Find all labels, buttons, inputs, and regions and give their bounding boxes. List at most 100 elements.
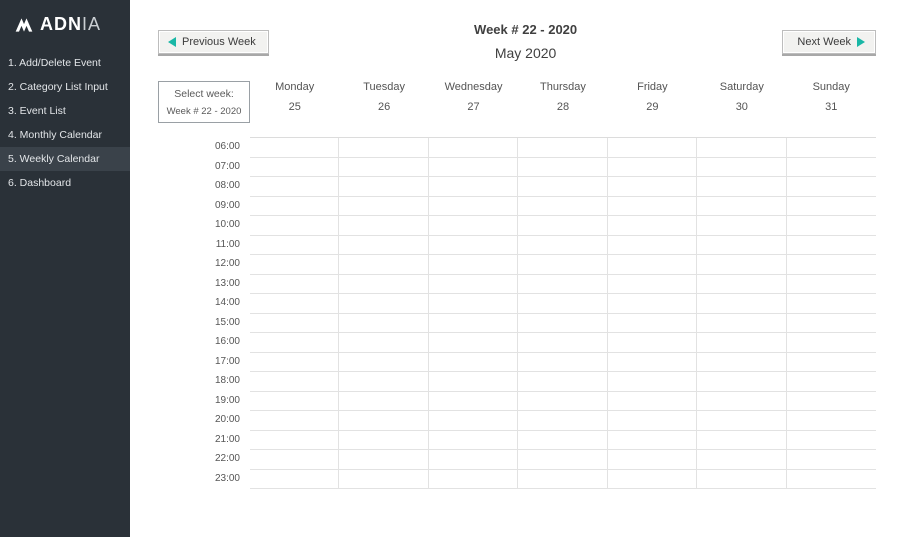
calendar-cell[interactable]: [518, 372, 607, 392]
calendar-cell[interactable]: [518, 255, 607, 275]
calendar-cell[interactable]: [339, 177, 428, 197]
calendar-cell[interactable]: [429, 431, 518, 451]
calendar-cell[interactable]: [787, 353, 876, 373]
calendar-cell[interactable]: [787, 294, 876, 314]
calendar-cell[interactable]: [608, 353, 697, 373]
calendar-cell[interactable]: [518, 275, 607, 295]
calendar-cell[interactable]: [518, 392, 607, 412]
calendar-cell[interactable]: [518, 450, 607, 470]
calendar-cell[interactable]: [697, 177, 786, 197]
calendar-cell[interactable]: [339, 372, 428, 392]
calendar-cell[interactable]: [250, 392, 339, 412]
calendar-cell[interactable]: [339, 411, 428, 431]
calendar-cell[interactable]: [429, 138, 518, 158]
calendar-cell[interactable]: [697, 411, 786, 431]
previous-week-button[interactable]: Previous Week: [158, 30, 269, 54]
calendar-cell[interactable]: [518, 294, 607, 314]
calendar-cell[interactable]: [250, 411, 339, 431]
calendar-cell[interactable]: [429, 158, 518, 178]
calendar-cell[interactable]: [518, 138, 607, 158]
calendar-cell[interactable]: [787, 255, 876, 275]
calendar-cell[interactable]: [697, 158, 786, 178]
calendar-cell[interactable]: [250, 177, 339, 197]
calendar-cell[interactable]: [608, 138, 697, 158]
calendar-cell[interactable]: [787, 431, 876, 451]
calendar-grid[interactable]: [250, 137, 876, 525]
calendar-cell[interactable]: [608, 216, 697, 236]
calendar-cell[interactable]: [339, 470, 428, 490]
calendar-cell[interactable]: [250, 470, 339, 490]
calendar-cell[interactable]: [518, 236, 607, 256]
sidebar-item-3[interactable]: 4. Monthly Calendar: [0, 123, 130, 147]
calendar-cell[interactable]: [787, 197, 876, 217]
calendar-cell[interactable]: [339, 333, 428, 353]
calendar-cell[interactable]: [608, 450, 697, 470]
calendar-cell[interactable]: [697, 353, 786, 373]
calendar-cell[interactable]: [429, 294, 518, 314]
calendar-cell[interactable]: [250, 216, 339, 236]
calendar-cell[interactable]: [697, 450, 786, 470]
calendar-cell[interactable]: [608, 314, 697, 334]
calendar-cell[interactable]: [697, 138, 786, 158]
calendar-cell[interactable]: [787, 138, 876, 158]
calendar-cell[interactable]: [518, 314, 607, 334]
calendar-cell[interactable]: [787, 177, 876, 197]
calendar-cell[interactable]: [339, 314, 428, 334]
calendar-cell[interactable]: [787, 314, 876, 334]
calendar-cell[interactable]: [608, 470, 697, 490]
calendar-cell[interactable]: [608, 372, 697, 392]
sidebar-item-1[interactable]: 2. Category List Input: [0, 75, 130, 99]
calendar-cell[interactable]: [250, 275, 339, 295]
calendar-cell[interactable]: [429, 392, 518, 412]
calendar-cell[interactable]: [429, 450, 518, 470]
calendar-cell[interactable]: [429, 314, 518, 334]
calendar-cell[interactable]: [339, 392, 428, 412]
next-week-button[interactable]: Next Week: [782, 30, 876, 54]
calendar-cell[interactable]: [787, 158, 876, 178]
calendar-cell[interactable]: [608, 158, 697, 178]
calendar-cell[interactable]: [608, 236, 697, 256]
calendar-cell[interactable]: [518, 333, 607, 353]
calendar-cell[interactable]: [697, 197, 786, 217]
calendar-cell[interactable]: [250, 197, 339, 217]
calendar-cell[interactable]: [250, 431, 339, 451]
calendar-cell[interactable]: [339, 275, 428, 295]
calendar-cell[interactable]: [697, 236, 786, 256]
calendar-cell[interactable]: [608, 411, 697, 431]
calendar-cell[interactable]: [518, 411, 607, 431]
calendar-cell[interactable]: [608, 197, 697, 217]
calendar-cell[interactable]: [518, 197, 607, 217]
calendar-cell[interactable]: [518, 431, 607, 451]
calendar-cell[interactable]: [787, 216, 876, 236]
calendar-cell[interactable]: [250, 333, 339, 353]
calendar-cell[interactable]: [250, 158, 339, 178]
calendar-cell[interactable]: [250, 314, 339, 334]
calendar-cell[interactable]: [339, 255, 428, 275]
calendar-cell[interactable]: [787, 450, 876, 470]
calendar-cell[interactable]: [608, 275, 697, 295]
calendar-cell[interactable]: [787, 275, 876, 295]
calendar-cell[interactable]: [339, 216, 428, 236]
calendar-cell[interactable]: [339, 158, 428, 178]
calendar-cell[interactable]: [429, 177, 518, 197]
calendar-cell[interactable]: [697, 431, 786, 451]
calendar-cell[interactable]: [429, 372, 518, 392]
calendar-cell[interactable]: [697, 255, 786, 275]
calendar-cell[interactable]: [697, 333, 786, 353]
sidebar-item-0[interactable]: 1. Add/Delete Event: [0, 51, 130, 75]
calendar-cell[interactable]: [518, 353, 607, 373]
calendar-cell[interactable]: [518, 158, 607, 178]
calendar-cell[interactable]: [339, 431, 428, 451]
calendar-cell[interactable]: [250, 353, 339, 373]
calendar-cell[interactable]: [787, 333, 876, 353]
calendar-cell[interactable]: [608, 431, 697, 451]
calendar-cell[interactable]: [697, 314, 786, 334]
select-week-box[interactable]: Select week: Week # 22 - 2020: [158, 81, 250, 123]
calendar-cell[interactable]: [697, 294, 786, 314]
sidebar-item-4[interactable]: 5. Weekly Calendar: [0, 147, 130, 171]
calendar-cell[interactable]: [429, 353, 518, 373]
calendar-cell[interactable]: [697, 392, 786, 412]
calendar-cell[interactable]: [429, 197, 518, 217]
calendar-cell[interactable]: [787, 392, 876, 412]
calendar-cell[interactable]: [787, 470, 876, 490]
